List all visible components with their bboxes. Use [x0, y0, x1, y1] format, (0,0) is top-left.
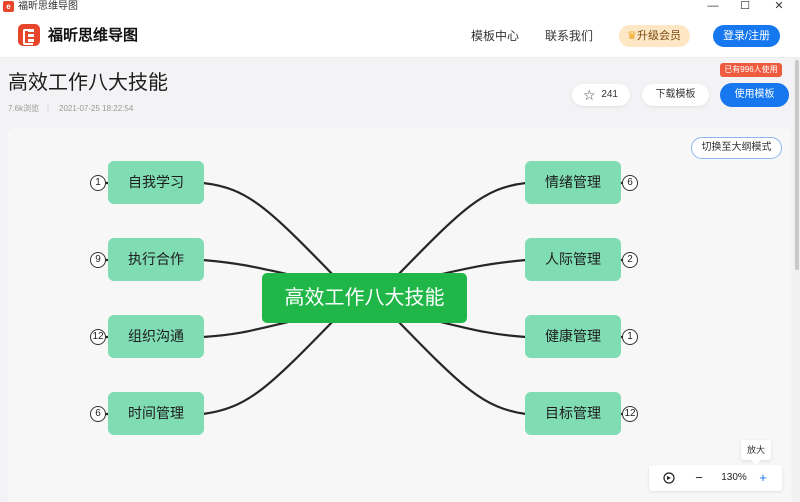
- zoom-level: 130%: [721, 472, 747, 483]
- window-titlebar: e 福昕思维导图 — ☐ ✕: [0, 0, 800, 14]
- minimize-icon[interactable]: —: [705, 0, 721, 14]
- marker-badge-right-3: 1: [622, 329, 638, 345]
- brand-name[interactable]: 福昕思维导图: [48, 26, 138, 46]
- view-count: 7.6k浏览: [8, 104, 40, 113]
- marker-badge-left-3: 12: [90, 329, 106, 345]
- branch-node-left-3[interactable]: 组织沟通: [108, 315, 204, 358]
- login-register-button[interactable]: 登录/注册: [713, 25, 780, 47]
- maximize-icon[interactable]: ☐: [737, 0, 753, 14]
- star-icon: ☆: [583, 87, 596, 103]
- branch-node-right-3[interactable]: 健康管理: [525, 315, 621, 358]
- locate-icon[interactable]: [661, 465, 677, 491]
- page-title: 高效工作八大技能: [8, 72, 168, 94]
- marker-badge-right-4: 12: [622, 406, 638, 422]
- connector-right-4: [391, 314, 528, 416]
- download-template-button[interactable]: 下载模板: [642, 84, 709, 106]
- publish-datetime: 2021-07-25 18:22:54: [59, 104, 134, 113]
- central-topic-node[interactable]: 高效工作八大技能: [262, 273, 467, 323]
- upgrade-vip-label: 升级会员: [637, 30, 681, 42]
- page-scrollbar-thumb[interactable]: [795, 60, 799, 270]
- connector-left-1: [201, 181, 340, 282]
- marker-badge-left-4: 6: [90, 406, 106, 422]
- branch-node-left-4[interactable]: 时间管理: [108, 392, 204, 435]
- nav-link-contact-us[interactable]: 联系我们: [545, 28, 593, 44]
- branch-node-left-1[interactable]: 自我学习: [108, 161, 204, 204]
- favorite-button[interactable]: ☆ 241: [572, 84, 630, 106]
- branch-node-right-2[interactable]: 人际管理: [525, 238, 621, 281]
- usage-count-badge: 已有996人使用: [720, 63, 782, 77]
- brand-logo-icon[interactable]: [18, 24, 40, 46]
- crown-icon: ♛: [627, 30, 637, 42]
- close-icon[interactable]: ✕: [771, 0, 787, 14]
- use-template-button[interactable]: 使用模板: [720, 83, 789, 107]
- mindmap-canvas[interactable]: 高效工作八大技能 自我学习 1 执行合作 9 组织沟通 12 时间管理 6 情绪…: [8, 128, 791, 502]
- favorite-count: 241: [601, 89, 618, 100]
- marker-badge-left-2: 9: [90, 252, 106, 268]
- zoom-in-button[interactable]: +: [755, 465, 771, 491]
- window-title: 福昕思维导图: [18, 1, 78, 12]
- marker-badge-left-1: 1: [90, 175, 106, 191]
- branch-node-left-2[interactable]: 执行合作: [108, 238, 204, 281]
- switch-to-outline-button[interactable]: 切换至大纲模式: [691, 137, 782, 159]
- meta-separator: |: [47, 104, 50, 113]
- zoom-toolbar: − 130% +: [649, 465, 782, 491]
- connector-left-4: [201, 314, 340, 416]
- connector-right-1: [391, 181, 528, 282]
- app-logo-icon: e: [3, 1, 14, 12]
- top-navigation: 福昕思维导图 模板中心 联系我们 ♛ 升级会员 登录/注册: [0, 14, 800, 58]
- branch-node-right-1[interactable]: 情绪管理: [525, 161, 621, 204]
- marker-badge-right-1: 6: [622, 175, 638, 191]
- branch-node-right-4[interactable]: 目标管理: [525, 392, 621, 435]
- upgrade-vip-button[interactable]: ♛ 升级会员: [619, 25, 690, 47]
- nav-link-template-center[interactable]: 模板中心: [471, 28, 519, 44]
- zoom-in-tooltip: 放大: [741, 440, 771, 465]
- marker-badge-right-2: 2: [622, 252, 638, 268]
- zoom-out-button[interactable]: −: [691, 465, 707, 491]
